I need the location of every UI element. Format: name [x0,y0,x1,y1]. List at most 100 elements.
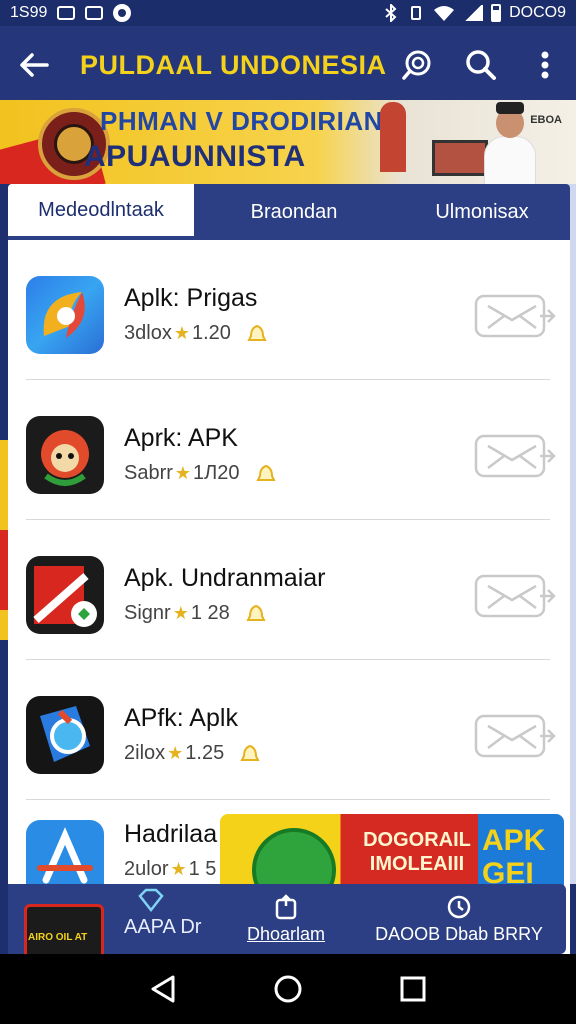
app-bar: PULDAAL UNDONESIA [0,26,576,104]
app-notification-icon [85,6,104,20]
more-vert-icon [541,51,549,79]
page-title: PULDAAL UNDONESIA [80,49,387,80]
app-icon[interactable] [26,696,104,774]
app-name: APfk: Aplk [124,704,238,732]
banner-title: PHMAN V DRODIRIAN [100,106,383,136]
app-rating: 1 28 [190,602,230,624]
tab-universal[interactable]: Ulmonisax [394,184,570,240]
circle-home-icon [274,975,302,1003]
ad-apk-label: APK GEI [482,824,546,890]
bell-icon [240,744,260,761]
record-notification-icon [113,4,132,22]
browser-app-icon [43,292,85,338]
back-button[interactable] [14,45,54,85]
star-icon: ★ [172,603,189,623]
app-size: Signr [124,602,171,624]
nav-home-button[interactable] [268,969,308,1009]
status-time: 1S99 [10,4,48,21]
app-icon[interactable] [26,276,104,354]
list-item[interactable]: Aplk: Prigas 3dlox ★ 1.20 [8,240,570,380]
app-rating: 1.25 [185,742,225,764]
bottom-bar-label: AAPA Dr [124,916,202,938]
image-notification-icon [57,6,76,20]
building-illustration [380,102,406,172]
app-size: 2ilox [124,742,166,764]
mail-download-icon [474,714,556,758]
status-bar: 1S99 DOCO9 [0,0,576,26]
banner-corner-text: EBOA [530,114,562,126]
bell-icon [255,464,276,481]
app-rating: 1 5 [188,858,217,880]
mail-download-icon [474,294,556,338]
content-panel: Medeodlntaak Braondan Ulmonisax Aplk: Pr… [8,184,570,954]
nav-downloads[interactable]: Dhoarlam [222,884,350,954]
app-meta: 2ulor ★ 1 5 [124,858,216,881]
square-recents-icon [400,976,426,1002]
star-icon: ★ [174,463,192,483]
more-options-button[interactable] [528,48,562,82]
clock-icon [447,895,471,918]
app-meta: 2ilox ★ 1.25 [124,742,260,765]
person-illustration [480,100,540,184]
ad-text: DOGORAIL IMOLEAIII [363,829,471,875]
app-size: 2ulor [124,858,169,880]
bell-icon [247,324,267,341]
list-item[interactable]: APfk: Aplk 2ilox ★ 1.25 [8,660,570,800]
app-size: 3dlox [124,322,172,344]
bottom-bar[interactable]: AIRO OIL AT AAPA Dr [8,884,228,954]
app-rating: 1.20 [191,322,231,344]
flag-app-icon [33,566,97,627]
bell-icon [246,604,266,621]
download-button[interactable] [474,714,556,760]
download-button[interactable] [474,574,556,620]
download-button[interactable] [474,294,556,340]
upload-icon [275,893,297,919]
nav-history[interactable]: DAOOB Dbab BRRY [352,884,566,954]
thumbnail-text: AIRO OIL AT [28,932,88,943]
app-meta: 3dlox ★ 1.20 [124,322,267,345]
mail-download-icon [474,434,556,478]
vibrate-icon [411,6,422,20]
search-icon [466,50,496,80]
nav-back-button[interactable] [143,969,183,1009]
chat-search-icon [402,50,431,80]
app-icon[interactable] [26,416,104,494]
star-icon: ★ [173,323,190,343]
app-name: Hadrilaa [124,820,218,848]
tab-featured[interactable]: Medeodlntaak [8,184,194,240]
thumbnail-image [24,904,104,954]
star-icon: ★ [167,743,184,763]
mascot-app-icon [41,430,89,486]
overlay-nav: Dhoarlam DAOOB Dbab BRRY [222,884,566,954]
signal-icon [463,5,484,21]
download-button[interactable] [474,434,556,480]
app-name: Aprk: APK [124,424,238,452]
map-pin-app-icon [40,706,90,762]
status-clock-right: DOCO9 [509,4,566,21]
nav-downloads-label: Dhoarlam [246,923,326,944]
nav-history-label: DAOOB Dbab BRRY [375,923,543,944]
list-item[interactable]: Aprk: APK Sabrr ★ 1Л20 [8,380,570,520]
promo-banner[interactable]: PHMAN V DRODIRIAN APUAUNNISTA EBOA [0,100,576,184]
mail-download-icon [474,574,556,618]
app-size: Sabrr [124,462,173,484]
system-nav-bar [0,954,576,1024]
diamond-icon [138,888,164,912]
app-name: Apk. Undranmaiar [124,564,326,592]
nav-recents-button[interactable] [393,969,433,1009]
tab-bar: Medeodlntaak Braondan Ulmonisax [8,184,570,240]
app-icon[interactable] [26,556,104,634]
app-meta: Signr ★ 1 28 [124,602,266,625]
bluetooth-icon [385,4,397,22]
search-button[interactable] [464,48,498,82]
star-icon: ★ [170,859,187,879]
tab-brands[interactable]: Braondan [194,184,394,240]
banner-subtitle: APUAUNNISTA [84,140,306,173]
arrow-left-icon [20,53,49,77]
list-item[interactable]: Apk. Undranmaiar Signr ★ 1 28 [8,520,570,660]
app-meta: Sabrr ★ 1Л20 [124,462,276,485]
wifi-icon [434,6,455,21]
app-rating: 1Л20 [193,462,240,484]
triangle-back-icon [151,975,175,1003]
chat-search-button[interactable] [400,48,434,82]
